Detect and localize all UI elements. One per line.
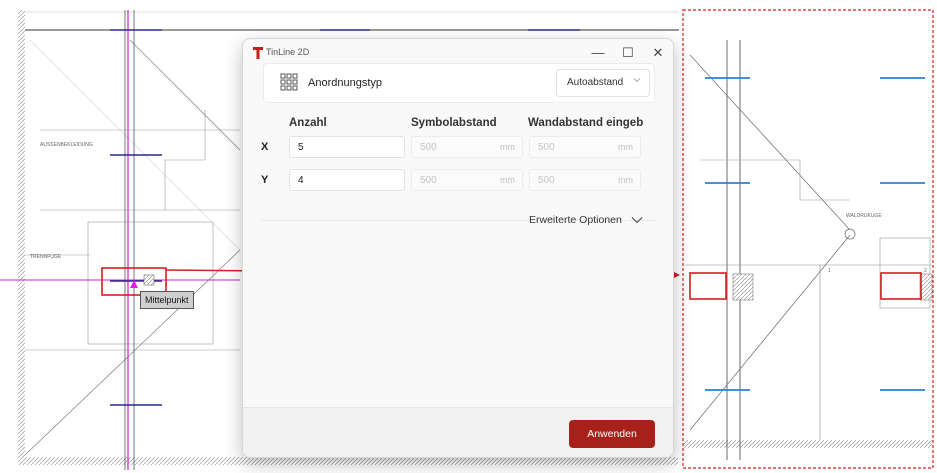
arrangement-type-select[interactable]: Autoabstand: [556, 69, 650, 97]
advanced-options-label: Erweiterte Optionen: [529, 214, 622, 226]
column-header-symbol-spacing: Symbolabstand: [411, 117, 497, 129]
minimize-button[interactable]: —: [583, 42, 613, 64]
symbol-spacing-y-input: 500 mm: [411, 169, 523, 191]
apply-button[interactable]: Anwenden: [569, 420, 655, 448]
arrangement-type-label: Anordnungstyp: [308, 77, 382, 89]
midpoint-tooltip: Mittelpunkt: [140, 291, 194, 309]
cad-label: TRENNFUGE: [30, 254, 62, 260]
cad-label: WALDRUKUGE: [846, 213, 882, 219]
unit-label: mm: [618, 175, 633, 185]
cad-label: 1: [828, 268, 831, 274]
chevron-down-icon: [633, 78, 641, 83]
app-title: TinLine 2D: [266, 47, 310, 57]
unit-label: mm: [618, 142, 633, 152]
wall-hatch-left: [18, 10, 25, 465]
arrangement-type-card: Anordnungstyp Autoabstand: [263, 63, 655, 103]
close-button[interactable]: ✕: [643, 42, 673, 64]
count-y-input[interactable]: 4: [289, 169, 405, 191]
count-x-input[interactable]: 5: [289, 136, 405, 158]
unit-label: mm: [500, 142, 515, 152]
unit-label: mm: [500, 175, 515, 185]
wall-spacing-y-input: 500 mm: [529, 169, 641, 191]
wall-spacing-x-input: 500 mm: [529, 136, 641, 158]
row-label-x: X: [261, 141, 269, 153]
arrangement-type-value: Autoabstand: [567, 77, 624, 88]
wall-spacing-x-value: 500: [538, 142, 555, 153]
symbol-spacing-x-input: 500 mm: [411, 136, 523, 158]
arrangement-dialog: TinLine 2D — ☐ ✕ Anordnungstyp Autoabsta…: [242, 38, 674, 458]
chevron-down-icon: [631, 217, 643, 224]
wall-spacing-y-value: 500: [538, 175, 555, 186]
column-header-count: Anzahl: [289, 117, 327, 129]
symbol-spacing-y-value: 500: [420, 175, 437, 186]
column-header-wall-spacing: Wandabstand eingeb: [528, 117, 644, 129]
count-y-value: 4: [298, 175, 304, 186]
symbol-spacing-x-value: 500: [420, 142, 437, 153]
maximize-button[interactable]: ☐: [613, 42, 643, 64]
advanced-options-toggle[interactable]: Erweiterte Optionen: [529, 214, 643, 226]
count-x-value: 5: [298, 142, 304, 153]
cad-label: AUSSENBEKLEIDUNG: [40, 142, 93, 148]
wall-hatch-bottom: [18, 457, 678, 465]
tinline-logo-icon: [253, 47, 263, 59]
grid-layout-icon: [280, 73, 298, 91]
cad-label: 2: [924, 268, 927, 274]
row-label-y: Y: [261, 174, 269, 186]
dialog-footer: Anwenden: [243, 407, 673, 457]
